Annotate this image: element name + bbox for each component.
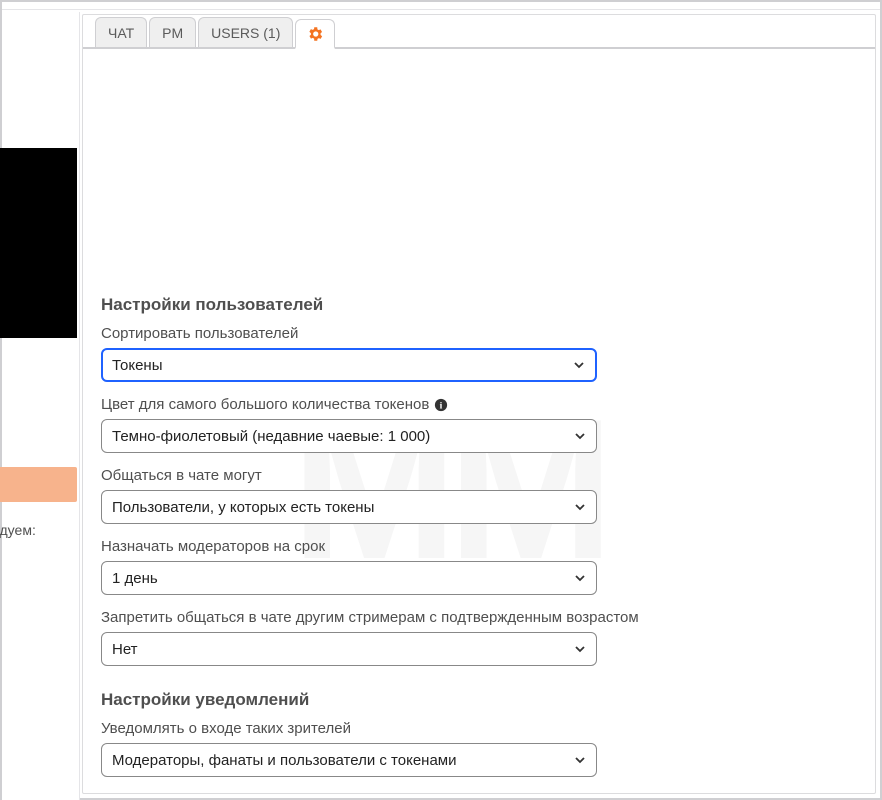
tab-users[interactable]: USERS (1) <box>198 17 293 47</box>
chat-allowed-select[interactable]: Пользователи, у которых есть токены <box>101 490 597 524</box>
mod-duration-select[interactable]: 1 день <box>101 561 597 595</box>
section-user-settings: Настройки пользователей Сортировать поль… <box>101 295 857 666</box>
section-notifications: Настройки уведомлений Уведомлять о входе… <box>101 690 857 793</box>
recommend-label: ендуем: <box>0 522 76 538</box>
color-tokens-label: Цвет для самого большого количества токе… <box>101 396 857 413</box>
sort-users-value: Токены <box>112 357 162 374</box>
window-frame: ендуем: ЧАТ PM USERS (1) MM Настройки по… <box>0 0 882 800</box>
settings-panel: ЧАТ PM USERS (1) MM Настройки пользовате… <box>82 14 876 794</box>
gear-icon <box>306 25 324 43</box>
chevron-down-icon <box>574 430 586 442</box>
chevron-down-icon <box>573 359 585 371</box>
mod-duration-value: 1 день <box>112 570 158 587</box>
chevron-down-icon <box>574 501 586 513</box>
chevron-down-icon <box>574 643 586 655</box>
notify-enter-value: Модераторы, фанаты и пользователи с токе… <box>112 752 457 769</box>
chat-allowed-label: Общаться в чате могут <box>101 467 857 484</box>
left-sidebar: ендуем: <box>2 12 80 800</box>
notify-enter-label: Уведомлять о входе таких зрителей <box>101 720 857 737</box>
restrict-streamers-select[interactable]: Нет <box>101 632 597 666</box>
restrict-streamers-label: Запретить общаться в чате другим стример… <box>101 609 857 626</box>
sort-users-select[interactable]: Токены <box>101 348 597 382</box>
svg-text:i: i <box>440 400 443 411</box>
notify-leave-label: Уведомлять о выходе таких зрителей <box>101 791 857 793</box>
top-divider <box>2 2 880 10</box>
restrict-streamers-value: Нет <box>112 641 138 658</box>
notifications-heading: Настройки уведомлений <box>101 690 857 710</box>
status-banner <box>0 467 77 502</box>
chat-allowed-value: Пользователи, у которых есть токены <box>112 499 374 516</box>
info-icon[interactable]: i <box>434 398 448 412</box>
tab-settings[interactable] <box>295 19 335 49</box>
user-settings-heading: Настройки пользователей <box>101 295 857 315</box>
video-preview-placeholder <box>0 148 77 338</box>
chevron-down-icon <box>574 754 586 766</box>
color-tokens-value: Темно-фиолетовый (недавние чаевые: 1 000… <box>112 428 430 445</box>
tab-bar: ЧАТ PM USERS (1) <box>83 15 875 49</box>
notify-enter-select[interactable]: Модераторы, фанаты и пользователи с токе… <box>101 743 597 777</box>
settings-content[interactable]: MM Настройки пользователей Сортировать п… <box>83 51 875 793</box>
chevron-down-icon <box>574 572 586 584</box>
sort-users-label: Сортировать пользователей <box>101 325 857 342</box>
color-tokens-select[interactable]: Темно-фиолетовый (недавние чаевые: 1 000… <box>101 419 597 453</box>
tab-chat[interactable]: ЧАТ <box>95 17 147 47</box>
tab-pm[interactable]: PM <box>149 17 196 47</box>
mod-duration-label: Назначать модераторов на срок <box>101 538 857 555</box>
